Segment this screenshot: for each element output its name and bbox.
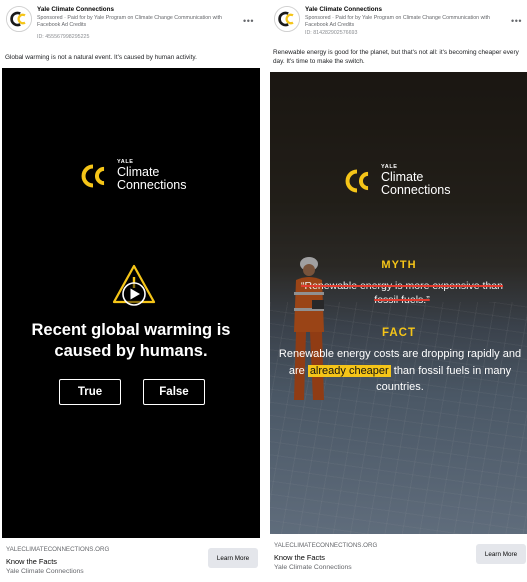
sponsored-label: Sponsored · Paid for by Yale Program on …	[37, 15, 222, 28]
fact-text-end: than fossil fuels in many countries.	[376, 364, 512, 394]
link-domain[interactable]: YALECLIMATECONNECTIONS.ORG	[274, 542, 377, 549]
page-name[interactable]: Yale Climate Connections	[37, 6, 114, 13]
yale-climate-connections-logo-icon	[275, 7, 299, 31]
brand-wordmark: YALE Climate Connections	[117, 159, 187, 192]
post-header: Yale Climate Connections Sponsored · Pai…	[272, 4, 526, 48]
sponsored-label: Sponsored · Paid for by Yale Program on …	[305, 15, 490, 28]
brand-connections: Connections	[381, 182, 451, 197]
brand-lockup: YALE Climate Connections	[74, 159, 187, 192]
fact-statement: Renewable energy costs are dropping rapi…	[272, 346, 527, 396]
link-headline[interactable]: Know the Facts	[6, 557, 57, 566]
page-avatar[interactable]	[274, 6, 300, 32]
more-options-icon[interactable]: •••	[243, 17, 254, 26]
page-name[interactable]: Yale Climate Connections	[305, 6, 382, 13]
yale-cc-logo-icon	[345, 169, 369, 193]
brand-climate: Climate	[381, 169, 424, 184]
myth-statement: “Renewable energy is more expensive than…	[301, 280, 503, 306]
true-button[interactable]: True	[59, 379, 121, 405]
learn-more-button[interactable]: Learn More	[476, 544, 526, 564]
brand-lockup: YALE Climate Connections	[338, 164, 451, 197]
link-headline[interactable]: Know the Facts	[274, 553, 325, 562]
link-domain[interactable]: YALECLIMATECONNECTIONS.ORG	[6, 546, 109, 553]
ad-id: ID: 455567998295225	[37, 34, 90, 40]
page-avatar[interactable]	[6, 6, 32, 32]
ad-post-quiz: Yale Climate Connections Sponsored · Pai…	[2, 0, 260, 582]
ad-id: ID: 814282902576693	[305, 30, 358, 36]
link-description: Yale Climate Connections	[6, 568, 84, 575]
fact-highlight: already cheaper	[307, 364, 391, 377]
myth-label: MYTH	[381, 259, 417, 271]
brand-climate: Climate	[117, 164, 160, 179]
post-body-text: Renewable energy is good for the planet,…	[273, 49, 519, 65]
link-description: Yale Climate Connections	[274, 564, 352, 571]
brand-connections: Connections	[117, 177, 187, 192]
post-header: Yale Climate Connections Sponsored · Pai…	[4, 4, 258, 48]
yale-climate-connections-logo-icon	[7, 7, 31, 31]
learn-more-button[interactable]: Learn More	[208, 548, 258, 568]
more-options-icon[interactable]: •••	[511, 17, 522, 26]
ad-creative-image[interactable]: YALE Climate Connections MYTH “Renewable…	[270, 72, 527, 534]
yale-cc-logo-icon	[81, 164, 105, 188]
ad-post-myth-fact: Yale Climate Connections Sponsored · Pai…	[270, 0, 527, 582]
false-button[interactable]: False	[143, 379, 205, 405]
post-body-text: Global warming is not a natural event. I…	[5, 54, 197, 61]
brand-wordmark: YALE Climate Connections	[381, 164, 451, 197]
warning-play-icon[interactable]	[112, 264, 156, 306]
ad-creative-video[interactable]: YALE Climate Connections Recent global w…	[2, 68, 260, 538]
fact-label: FACT	[381, 327, 417, 339]
quiz-question: Recent global warming is caused by human…	[31, 321, 231, 360]
